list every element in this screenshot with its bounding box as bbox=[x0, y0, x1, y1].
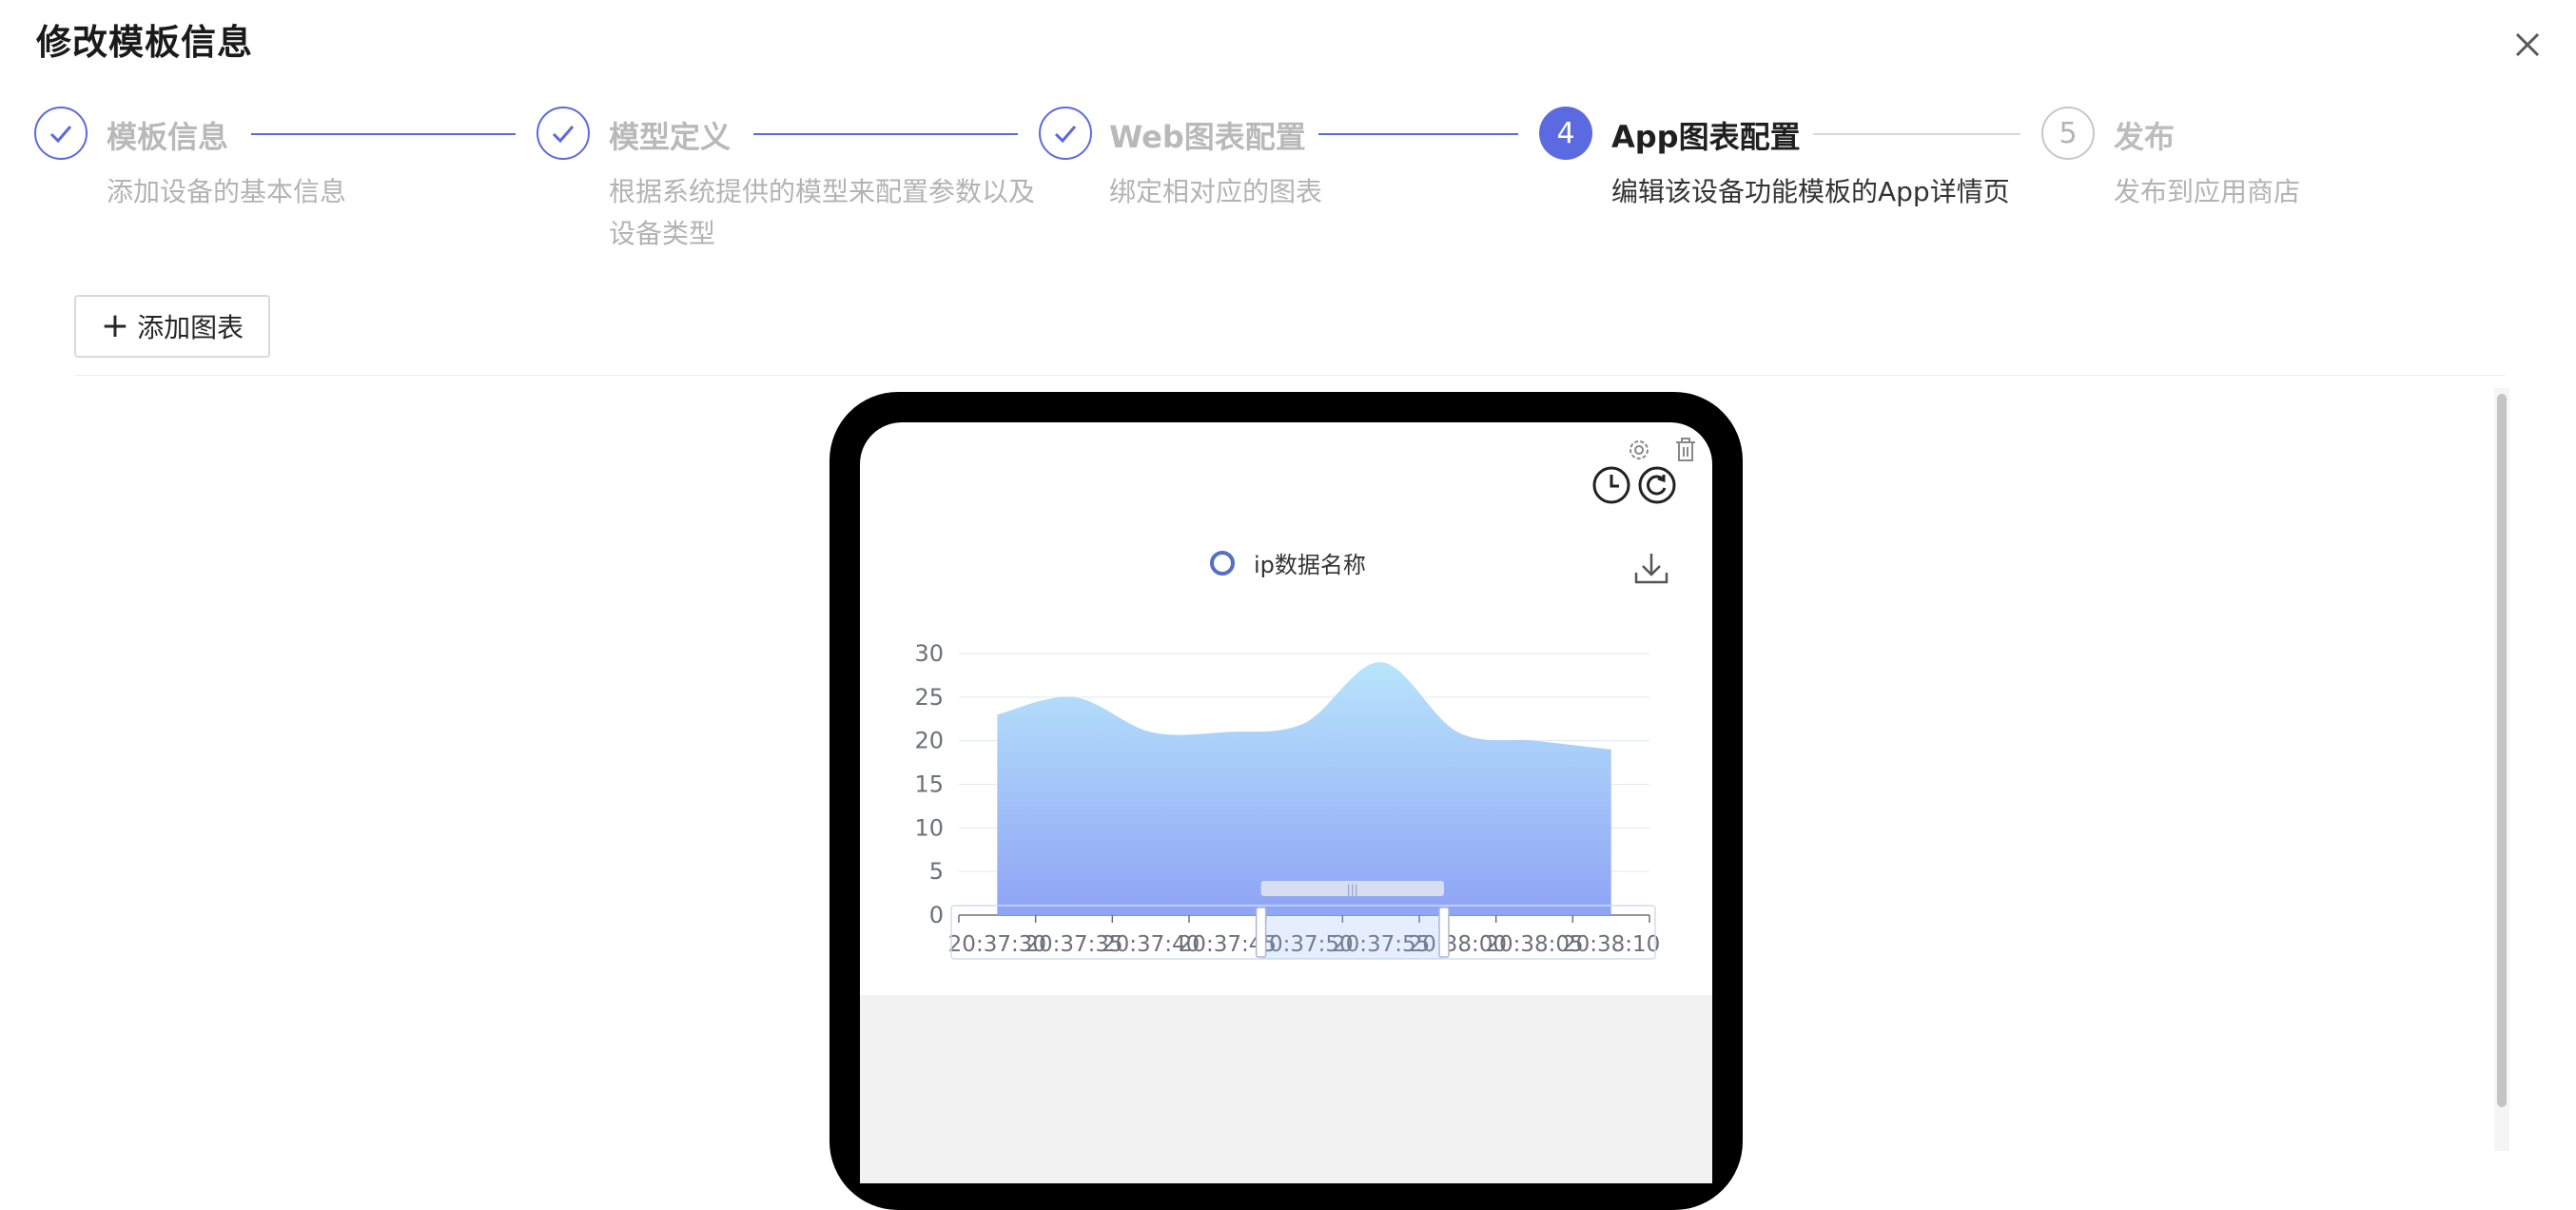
divider bbox=[74, 375, 2506, 376]
x-tick-label: 20:38:10 bbox=[1562, 932, 1660, 957]
y-tick-label: 5 bbox=[929, 858, 944, 885]
step-4-description: 编辑该设备功能模板的App详情页 bbox=[1611, 176, 2010, 207]
check-icon bbox=[49, 126, 72, 144]
check-icon bbox=[552, 126, 575, 144]
step-1-title: 模板信息 bbox=[107, 119, 229, 155]
series-area bbox=[997, 662, 1611, 915]
step-5-title: 发布 bbox=[2114, 119, 2176, 155]
datazoom-handle[interactable] bbox=[1255, 907, 1267, 958]
step-4-indicator: 4 bbox=[1539, 107, 1592, 160]
y-tick-label: 0 bbox=[929, 902, 944, 928]
check-icon bbox=[1054, 126, 1077, 144]
step-3-title: Web图表配置 bbox=[1109, 119, 1306, 155]
y-tick-label: 10 bbox=[914, 814, 944, 841]
scrollbar-thumb[interactable] bbox=[2497, 394, 2507, 1107]
add-chart-label: 添加图表 bbox=[137, 312, 244, 343]
phone-screen: ip数据名称 0 5 10 15 20 25 30 20:37:30 20:37:35 20:37… bbox=[860, 422, 1712, 1183]
step-connector bbox=[1813, 133, 2020, 135]
step-connector bbox=[753, 133, 1018, 135]
datazoom-handle[interactable] bbox=[1438, 907, 1450, 958]
y-tick-label: 15 bbox=[914, 771, 944, 798]
step-3-indicator bbox=[1039, 107, 1092, 160]
step-5-indicator: 5 bbox=[2041, 107, 2095, 160]
add-chart-button[interactable]: + 添加图表 bbox=[74, 295, 270, 358]
step-1-description: 添加设备的基本信息 bbox=[107, 176, 347, 207]
plus-icon: + bbox=[100, 306, 130, 345]
screen-empty-area bbox=[860, 995, 1712, 1183]
y-tick-label: 20 bbox=[914, 728, 944, 754]
step-1-indicator bbox=[34, 107, 88, 160]
datazoom-grip-icon: ||| bbox=[1347, 883, 1358, 896]
area-chart: 05101520253020:37:3020:37:3520:37:4020:3… bbox=[914, 640, 1660, 960]
step-connector bbox=[1318, 133, 1518, 135]
step-3-description: 绑定相对应的图表 bbox=[1109, 176, 1323, 207]
step-2-title: 模型定义 bbox=[609, 119, 732, 155]
step-2-indicator bbox=[537, 107, 590, 160]
step-4-title: App图表配置 bbox=[1611, 119, 1801, 155]
y-tick-label: 25 bbox=[914, 684, 944, 711]
step-5-description: 发布到应用商店 bbox=[2114, 176, 2301, 207]
steps-bar: 模板信息 添加设备的基本信息 模型定义 根据系统提供的模型来配置参数以及设备类型… bbox=[0, 0, 2576, 266]
datazoom-window bbox=[1260, 906, 1444, 959]
step-connector bbox=[251, 133, 516, 135]
y-tick-label: 30 bbox=[914, 640, 944, 667]
step-2-description: 根据系统提供的模型来配置参数以及设备类型 bbox=[609, 176, 1036, 249]
